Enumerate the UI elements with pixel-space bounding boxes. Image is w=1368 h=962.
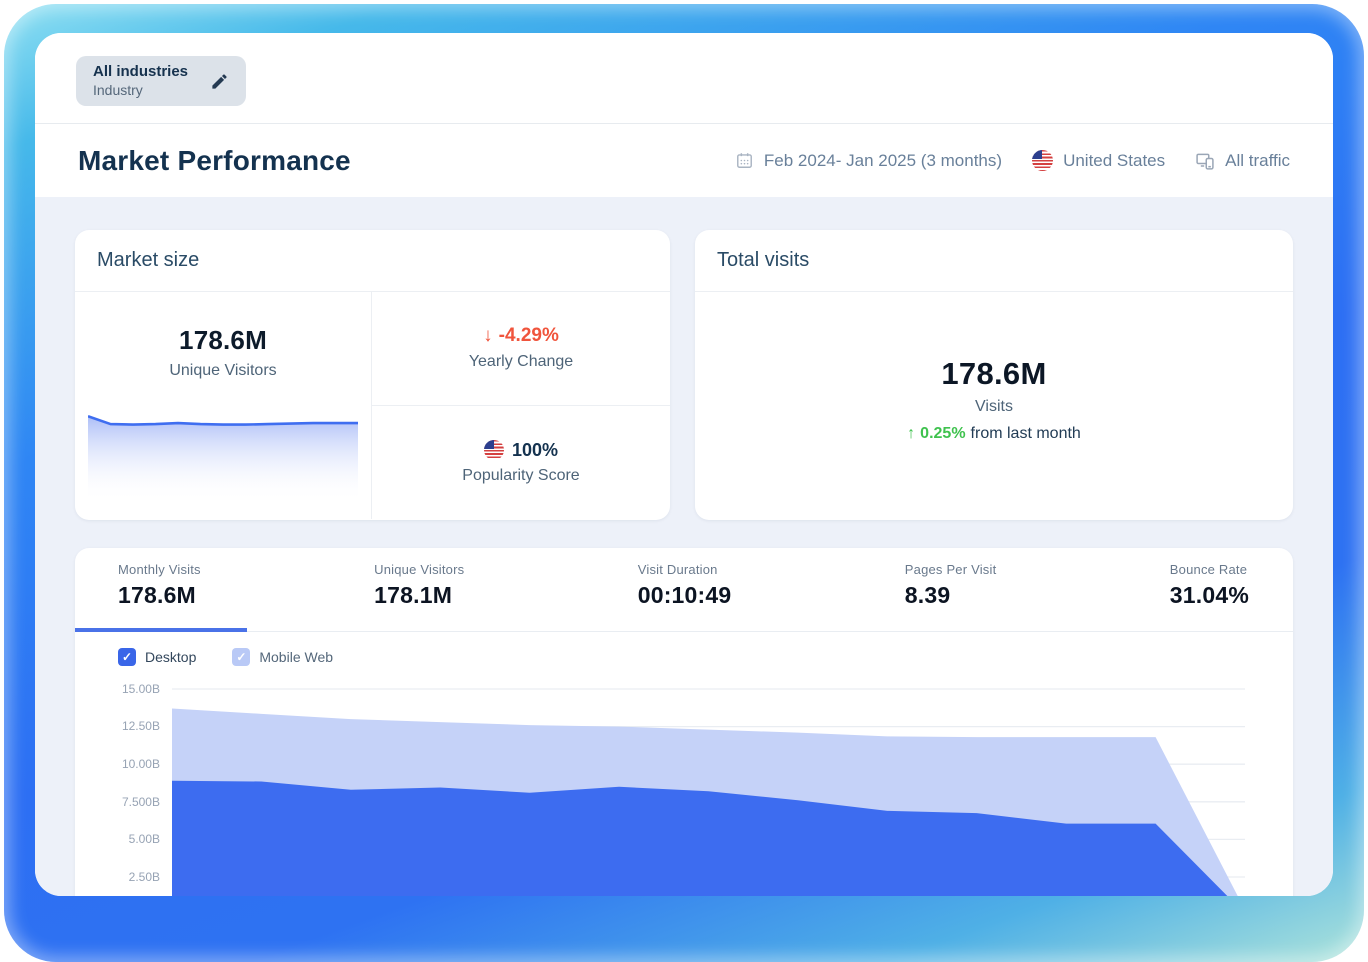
tab-visit-duration[interactable]: Visit Duration 00:10:49 (638, 562, 732, 631)
yearly-change-cell: ↓ -4.29% Yearly Change (372, 292, 670, 406)
yearly-change-value: -4.29% (499, 325, 559, 347)
unique-visitors-value: 178.6M (75, 325, 371, 356)
tab-unique-visitors[interactable]: Unique Visitors 178.1M (374, 562, 464, 631)
app-window: All industries Industry Market Performan… (35, 33, 1333, 896)
country-selector[interactable]: United States (1032, 150, 1165, 171)
calendar-icon (735, 151, 754, 170)
unique-visitors-label: Unique Visitors (75, 362, 371, 380)
us-flag-icon (1032, 150, 1053, 171)
up-arrow-icon: ↑ (907, 425, 915, 443)
tab-monthly-visits[interactable]: Monthly Visits 178.6M (118, 562, 201, 631)
market-size-right: ↓ -4.29% Yearly Change 100% Popularity S… (372, 292, 670, 519)
total-visits-card: Total visits 178.6M Visits ↑ 0.25% from … (695, 230, 1293, 520)
yearly-change-label: Yearly Change (469, 353, 573, 371)
pencil-icon[interactable] (210, 72, 229, 91)
total-visits-title: Total visits (695, 230, 1293, 292)
mobile-web-checkbox-item[interactable]: ✓ Mobile Web (232, 648, 333, 666)
y-tick: 7.500B (75, 795, 160, 809)
visits-change-suffix: from last month (971, 425, 1081, 443)
desktop-checkbox[interactable]: ✓ (118, 648, 136, 666)
popularity-cell: 100% Popularity Score (372, 406, 670, 520)
date-range-label: Feb 2024- Jan 2025 (3 months) (764, 151, 1002, 171)
unique-visitors-cell: 178.6M Unique Visitors (75, 292, 372, 519)
popularity-flag-icon (484, 440, 504, 460)
unique-visitors-sparkline (88, 404, 357, 517)
industry-chip-value: All industries (93, 63, 188, 82)
active-tab-underline (75, 628, 247, 632)
devices-icon (1195, 151, 1215, 171)
summary-cards-row: Market size 178.6M Unique Visitors (75, 230, 1293, 520)
mobile-web-checkbox-label: Mobile Web (259, 649, 333, 665)
traffic-chart-area: 15.00B 12.50B 10.00B 7.500B 5.00B 2.50B (75, 678, 1293, 896)
industry-chip[interactable]: All industries Industry (76, 56, 246, 106)
y-tick: 5.00B (75, 832, 160, 846)
popularity-label: Popularity Score (462, 467, 579, 485)
traffic-chart (172, 678, 1245, 896)
metrics-tabs-row: Monthly Visits 178.6M Unique Visitors 17… (75, 548, 1293, 632)
industry-chip-text: All industries Industry (93, 63, 188, 99)
chart-legend: ✓ Desktop ✓ Mobile Web (75, 632, 1293, 666)
market-size-card: Market size 178.6M Unique Visitors (75, 230, 670, 520)
country-label: United States (1063, 151, 1165, 171)
industry-chip-label: Industry (93, 82, 188, 100)
content-area: Market size 178.6M Unique Visitors (35, 197, 1333, 896)
y-tick: 2.50B (75, 870, 160, 884)
tab-bounce-rate[interactable]: Bounce Rate 31.04% (1170, 562, 1249, 631)
popularity-value: 100% (512, 440, 558, 461)
page-title: Market Performance (78, 145, 351, 177)
y-axis-labels: 15.00B 12.50B 10.00B 7.500B 5.00B 2.50B (75, 678, 160, 896)
metrics-card: Monthly Visits 178.6M Unique Visitors 17… (75, 548, 1293, 896)
down-arrow-icon: ↓ (483, 325, 493, 347)
top-bar: All industries Industry (35, 33, 1333, 124)
y-tick: 10.00B (75, 757, 160, 771)
total-visits-body: 178.6M Visits ↑ 0.25% from last month (695, 292, 1293, 443)
desktop-checkbox-item[interactable]: ✓ Desktop (118, 648, 196, 666)
total-visits-label: Visits (695, 398, 1293, 416)
total-visits-change: ↑ 0.25% from last month (695, 425, 1293, 443)
page-header: Market Performance Feb 2024- Jan 2025 (3… (35, 124, 1333, 197)
desktop-checkbox-label: Desktop (145, 649, 196, 665)
total-visits-value: 178.6M (695, 356, 1293, 392)
market-size-title: Market size (75, 230, 670, 292)
visits-change-value: 0.25% (920, 425, 965, 443)
market-size-body: 178.6M Unique Visitors (75, 292, 670, 519)
mobile-web-checkbox[interactable]: ✓ (232, 648, 250, 666)
tab-pages-per-visit[interactable]: Pages Per Visit 8.39 (905, 562, 997, 631)
header-meta: Feb 2024- Jan 2025 (3 months) United Sta… (735, 150, 1290, 171)
y-tick: 12.50B (75, 719, 160, 733)
traffic-filter-label: All traffic (1225, 151, 1290, 171)
date-range-selector[interactable]: Feb 2024- Jan 2025 (3 months) (735, 151, 1002, 171)
y-tick: 15.00B (75, 682, 160, 696)
traffic-filter[interactable]: All traffic (1195, 151, 1290, 171)
